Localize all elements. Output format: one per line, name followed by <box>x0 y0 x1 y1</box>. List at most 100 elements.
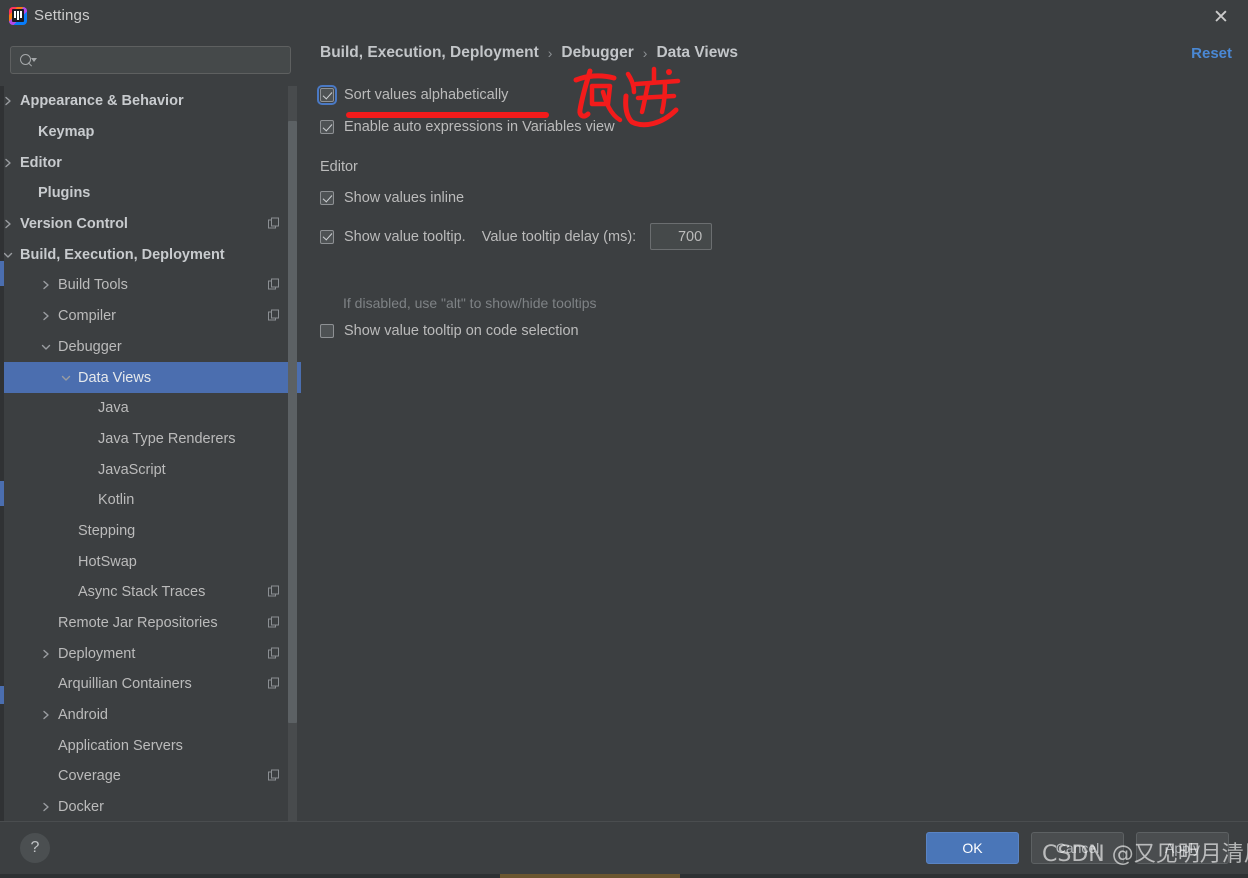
chevron-down-icon[interactable] <box>60 372 72 384</box>
sidebar-item-compiler[interactable]: Compiler <box>0 301 301 332</box>
sidebar-item-version-control[interactable]: Version Control <box>0 209 301 240</box>
title-bar: Settings ✕ <box>0 0 1248 33</box>
sidebar-item-deployment[interactable]: Deployment <box>0 638 301 669</box>
label-enable-auto-expressions: Enable auto expressions in Variables vie… <box>344 119 615 135</box>
sidebar-item-label: Docker <box>58 799 104 816</box>
breadcrumb-part-1[interactable]: Build, Execution, Deployment <box>320 44 539 62</box>
sidebar-item-arquillian-containers[interactable]: Arquillian Containers <box>0 669 301 700</box>
sidebar-item-android[interactable]: Android <box>0 700 301 731</box>
ok-button[interactable]: OK <box>926 832 1019 864</box>
checkbox-show-values-inline[interactable] <box>320 191 334 205</box>
sidebar-item-java-type-renderers[interactable]: Java Type Renderers <box>0 424 301 455</box>
tooltip-hint-text: If disabled, use "alt" to show/hide tool… <box>343 295 597 311</box>
checkbox-show-tooltip-on-code-selection[interactable] <box>320 324 334 338</box>
reset-link[interactable]: Reset <box>1191 45 1232 62</box>
breadcrumb-part-3: Data Views <box>656 44 739 61</box>
sidebar-item-editor[interactable]: Editor <box>0 147 301 178</box>
chevron-right-icon[interactable] <box>40 279 52 291</box>
sidebar-item-remote-jar-repositories[interactable]: Remote Jar Repositories <box>0 608 301 639</box>
option-show-value-tooltip[interactable]: Show value tooltip. Value tooltip delay … <box>320 223 713 250</box>
sidebar-item-label: Build, Execution, Deployment <box>20 246 225 263</box>
copy-settings-icon[interactable] <box>268 309 281 323</box>
label-show-value-tooltip: Show value tooltip. <box>344 228 466 245</box>
sidebar-item-build-execution-deployment[interactable]: Build, Execution, Deployment <box>0 239 301 270</box>
copy-settings-icon[interactable] <box>268 677 281 691</box>
sidebar-item-label: Appearance & Behavior <box>20 93 184 110</box>
sidebar-item-label: Remote Jar Repositories <box>58 615 218 632</box>
sidebar-item-stepping[interactable]: Stepping <box>0 516 301 547</box>
sidebar-item-debugger[interactable]: Debugger <box>0 332 301 363</box>
sidebar-item-label: Data Views <box>78 369 152 386</box>
checkbox-sort-values-alphabetically[interactable] <box>316 84 338 106</box>
settings-dialog: Settings ✕ Appearance & Behavior Keymap Ed… <box>0 0 1248 878</box>
sidebar-item-build-tools[interactable]: Build Tools <box>0 270 301 301</box>
apply-button[interactable]: Apply <box>1136 832 1229 864</box>
sidebar-item-label: Compiler <box>58 308 117 325</box>
chevron-right-icon[interactable] <box>40 801 52 813</box>
copy-settings-icon[interactable] <box>268 647 281 660</box>
sidebar-item-kotlin[interactable]: Kotlin <box>0 485 301 516</box>
sidebar-scrollbar-thumb[interactable] <box>288 121 297 723</box>
sidebar-item-label: Keymap <box>38 124 95 141</box>
search-field[interactable] <box>10 46 291 74</box>
sidebar-item-label: Deployment <box>58 645 136 662</box>
help-button[interactable]: ? <box>20 833 50 863</box>
sidebar-item-label: Stepping <box>78 522 136 539</box>
close-icon[interactable]: ✕ <box>1206 3 1236 31</box>
sidebar-item-label: Debugger <box>58 338 122 355</box>
intellij-idea-logo-icon <box>9 7 27 25</box>
bottom-edge-accent <box>500 874 680 878</box>
option-show-values-inline[interactable]: Show values inline <box>320 190 464 206</box>
sidebar-item-appearance-behavior[interactable]: Appearance & Behavior <box>0 86 301 117</box>
sidebar-item-coverage[interactable]: Coverage <box>0 761 301 792</box>
chevron-right-icon[interactable] <box>40 310 52 322</box>
option-enable-auto-expressions[interactable]: Enable auto expressions in Variables vie… <box>320 119 615 135</box>
settings-tree: Appearance & Behavior Keymap Editor Plugins… <box>0 86 301 821</box>
sidebar-item-label: Kotlin <box>98 492 135 509</box>
breadcrumb: Build, Execution, Deployment › Debugger … <box>320 44 738 62</box>
sidebar-item-application-servers[interactable]: Application Servers <box>0 730 301 761</box>
sidebar-left-scrollbar-track[interactable] <box>0 86 4 821</box>
section-title-editor: Editor <box>320 159 358 175</box>
search-icon[interactable] <box>20 53 37 68</box>
label-show-values-inline: Show values inline <box>344 190 465 206</box>
tooltip-delay-input[interactable] <box>650 223 713 250</box>
sidebar-item-label: HotSwap <box>78 553 137 570</box>
sidebar-item-label: Coverage <box>58 768 121 785</box>
sidebar-item-label: JavaScript <box>98 461 166 478</box>
breadcrumb-part-2[interactable]: Debugger <box>561 44 633 62</box>
sidebar-item-hotswap[interactable]: HotSwap <box>0 546 301 577</box>
sidebar-item-label: Android <box>58 707 108 724</box>
content-panel: Build, Execution, Deployment › Debugger … <box>301 33 1248 821</box>
sidebar-item-async-stack-traces[interactable]: Async Stack Traces <box>0 577 301 608</box>
sidebar-item-java[interactable]: Java <box>0 393 301 424</box>
chevron-down-icon[interactable] <box>40 341 52 353</box>
copy-settings-icon[interactable] <box>268 217 281 231</box>
label-sort-values-alphabetically: Sort values alphabetically <box>344 87 509 103</box>
sidebar-item-label: Arquillian Containers <box>58 676 192 693</box>
sidebar-item-label: Async Stack Traces <box>78 584 206 601</box>
sidebar-item-label: Editor <box>20 154 62 171</box>
sidebar-item-label: Java <box>98 400 129 417</box>
copy-settings-icon[interactable] <box>268 585 281 599</box>
sidebar-item-plugins[interactable]: Plugins <box>0 178 301 209</box>
sidebar-item-javascript[interactable]: JavaScript <box>0 454 301 485</box>
checkbox-enable-auto-expressions[interactable] <box>320 120 334 134</box>
chevron-right-icon[interactable] <box>40 709 52 721</box>
window-title: Settings <box>34 7 90 24</box>
copy-settings-icon[interactable] <box>268 769 281 783</box>
checkbox-show-value-tooltip[interactable] <box>320 229 334 244</box>
option-show-tooltip-on-code-selection[interactable]: Show value tooltip on code selection <box>320 323 579 339</box>
chevron-right-icon[interactable] <box>40 648 52 660</box>
copy-settings-icon[interactable] <box>268 278 281 292</box>
sidebar-item-label: Plugins <box>38 185 91 202</box>
search-input[interactable] <box>37 46 290 74</box>
label-show-tooltip-on-code-selection: Show value tooltip on code selection <box>344 323 579 339</box>
copy-settings-icon[interactable] <box>268 616 281 630</box>
sidebar-item-keymap[interactable]: Keymap <box>0 117 301 148</box>
breadcrumb-separator-2: › <box>642 45 648 61</box>
sidebar-item-docker[interactable]: Docker <box>0 792 301 821</box>
sidebar-item-data-views[interactable]: Data Views <box>0 362 301 393</box>
cancel-button[interactable]: Cancel <box>1031 832 1124 864</box>
option-sort-values-alphabetically[interactable]: Sort values alphabetically <box>316 84 509 106</box>
